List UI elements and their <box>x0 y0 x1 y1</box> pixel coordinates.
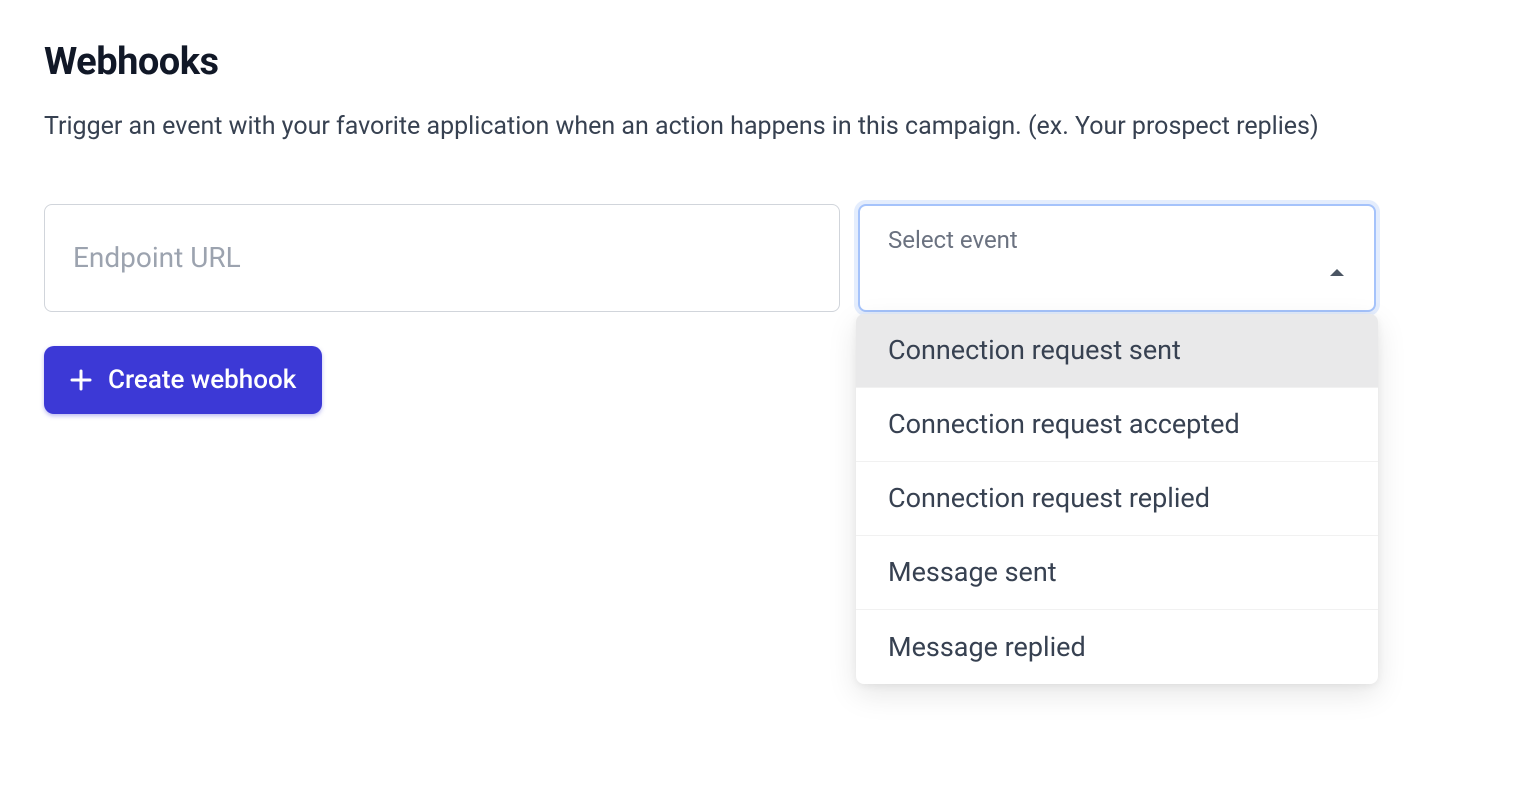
event-select-label: Select event <box>888 226 1018 254</box>
event-select-wrapper: Select event Connection request sent Con… <box>858 204 1376 312</box>
dropdown-item-connection-request-replied[interactable]: Connection request replied <box>856 462 1378 536</box>
page-title: Webhooks <box>44 40 1492 84</box>
dropdown-item-message-replied[interactable]: Message replied <box>856 610 1378 684</box>
chevron-up-icon <box>1328 263 1346 282</box>
event-select-trigger[interactable]: Select event <box>858 204 1376 312</box>
webhook-form-row: Select event Connection request sent Con… <box>44 204 1492 312</box>
dropdown-item-connection-request-accepted[interactable]: Connection request accepted <box>856 388 1378 462</box>
event-dropdown-menu: Connection request sent Connection reque… <box>856 314 1378 684</box>
plus-icon <box>70 369 92 391</box>
page-subtitle: Trigger an event with your favorite appl… <box>44 108 1492 146</box>
endpoint-url-input[interactable] <box>44 204 840 312</box>
dropdown-item-message-sent[interactable]: Message sent <box>856 536 1378 610</box>
create-webhook-button[interactable]: Create webhook <box>44 346 322 414</box>
create-webhook-label: Create webhook <box>108 365 296 395</box>
dropdown-item-connection-request-sent[interactable]: Connection request sent <box>856 314 1378 388</box>
